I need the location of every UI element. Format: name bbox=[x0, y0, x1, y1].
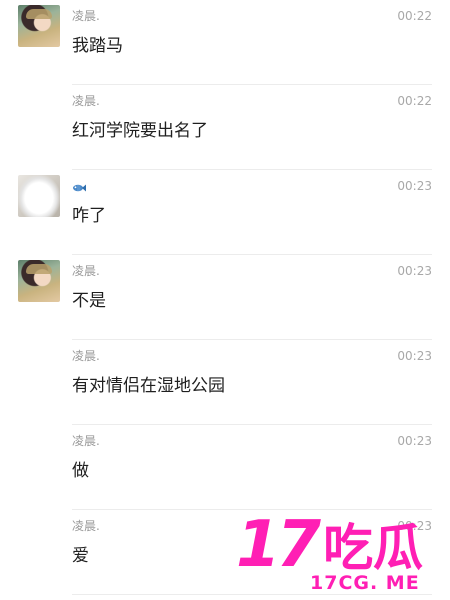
watermark-logo: 17 吃瓜 17CG. ME bbox=[236, 508, 442, 596]
message-time: 00:23 bbox=[397, 264, 432, 278]
avatar[interactable] bbox=[18, 260, 60, 302]
message-time: 00:22 bbox=[397, 94, 432, 108]
message-text: 红河学院要出名了 bbox=[72, 121, 208, 141]
avatar[interactable] bbox=[18, 175, 60, 217]
watermark-chinese: 吃瓜 bbox=[323, 519, 424, 577]
sender-name bbox=[72, 178, 86, 194]
sender-name: 凌晨. bbox=[72, 434, 100, 448]
sender-name: 凌晨. bbox=[72, 9, 100, 23]
message-text: 我踏马 bbox=[72, 36, 123, 56]
sender-name: 凌晨. bbox=[72, 519, 100, 533]
message-text: 不是 bbox=[72, 291, 106, 311]
message-time: 00:23 bbox=[397, 349, 432, 363]
message-time: 00:22 bbox=[397, 9, 432, 23]
message-text: 爱 bbox=[72, 546, 89, 566]
chat-message[interactable]: 00:23 咋了 bbox=[0, 170, 450, 255]
chat-message[interactable]: 凌晨. 00:23 不是 bbox=[0, 255, 450, 340]
watermark-main: 17 吃瓜 bbox=[236, 508, 424, 582]
sender-name: 凌晨. bbox=[72, 264, 100, 278]
chat-message[interactable]: 凌晨. 00:22 红河学院要出名了 bbox=[0, 85, 450, 170]
sender-name: 凌晨. bbox=[72, 349, 100, 363]
sender-name: 凌晨. bbox=[72, 94, 100, 108]
message-time: 00:23 bbox=[397, 179, 432, 193]
message-text: 做 bbox=[72, 461, 89, 481]
message-time: 00:23 bbox=[397, 434, 432, 448]
chat-message[interactable]: 凌晨. 00:23 有对情侣在湿地公园 bbox=[0, 340, 450, 425]
watermark-url: 17CG. ME bbox=[310, 572, 420, 594]
avatar[interactable] bbox=[18, 5, 60, 47]
message-text: 有对情侣在湿地公园 bbox=[72, 376, 225, 396]
watermark-number: 17 bbox=[236, 508, 321, 582]
message-text: 咋了 bbox=[72, 206, 106, 226]
chat-history: 凌晨. 00:22 我踏马 凌晨. 00:22 红河学院要出名了 00:23 咋… bbox=[0, 0, 450, 600]
chat-message[interactable]: 凌晨. 00:23 做 bbox=[0, 425, 450, 510]
fish-icon bbox=[72, 181, 86, 192]
chat-message[interactable]: 凌晨. 00:22 我踏马 bbox=[0, 0, 450, 85]
